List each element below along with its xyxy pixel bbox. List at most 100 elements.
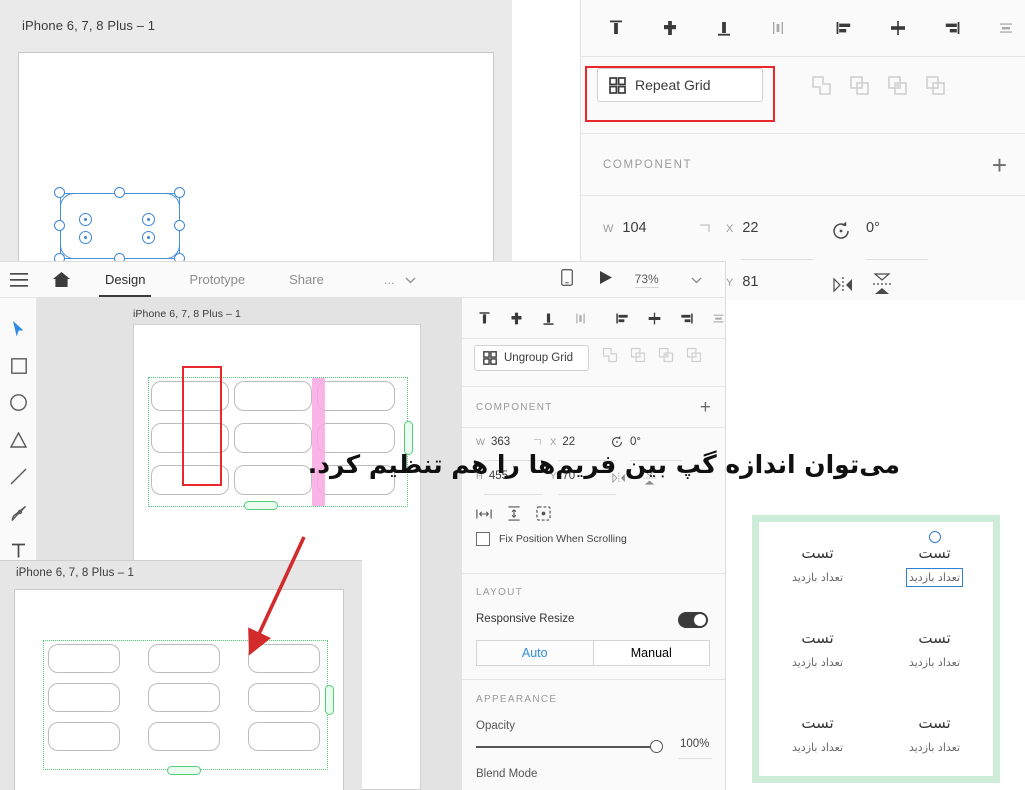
auto-button[interactable]: Auto <box>476 640 594 666</box>
fix-position-checkbox[interactable] <box>476 532 490 546</box>
exclude-overlap-icon[interactable] <box>686 347 702 368</box>
align-horizontal-center-icon[interactable] <box>638 303 670 333</box>
y-field[interactable]: Y 81 <box>726 274 758 290</box>
align-right-icon[interactable] <box>670 303 702 333</box>
artboard-label[interactable]: iPhone 6, 7, 8 Plus – 1 <box>16 567 134 579</box>
intersect-icon[interactable] <box>887 75 908 101</box>
align-bottom-icon[interactable] <box>532 303 564 333</box>
x-field[interactable]: X 22 <box>726 220 758 236</box>
ungroup-grid-button[interactable]: Ungroup Grid <box>474 345 589 371</box>
add-icon[interactable] <box>602 347 618 368</box>
grid-cell[interactable] <box>148 722 220 751</box>
padding-all-icon[interactable] <box>536 506 551 526</box>
align-left-icon[interactable] <box>606 303 638 333</box>
gap-highlight[interactable] <box>312 378 325 506</box>
grid-cell[interactable] <box>248 722 320 751</box>
mobile-device-icon[interactable] <box>560 268 573 291</box>
pen-tool-icon[interactable] <box>0 495 37 532</box>
gap-handle-horizontal[interactable] <box>167 766 201 775</box>
responsive-resize-toggle[interactable] <box>678 612 708 628</box>
preview-cell-selected[interactable]: تست تعداد بازدید <box>876 522 993 607</box>
grid-cell[interactable] <box>317 423 395 453</box>
distribute-vertical-icon[interactable] <box>702 303 734 333</box>
grid-cell[interactable] <box>148 644 220 673</box>
add-icon[interactable] <box>811 75 832 101</box>
canvas-artboard-label[interactable]: iPhone 6, 7, 8 Plus – 1 <box>133 308 241 320</box>
align-top-icon[interactable] <box>589 8 643 48</box>
align-top-icon[interactable] <box>468 303 500 333</box>
triangle-tool-icon[interactable] <box>0 421 37 458</box>
align-left-icon[interactable] <box>817 8 871 48</box>
grid-cell[interactable] <box>234 381 312 411</box>
width-field[interactable]: W 104 <box>603 220 647 236</box>
grid-cell[interactable] <box>148 683 220 712</box>
padding-vertical-icon[interactable] <box>507 506 521 526</box>
grid-cell[interactable] <box>248 644 320 673</box>
fix-position-row[interactable]: Fix Position When Scrolling <box>476 532 627 546</box>
line-tool-icon[interactable] <box>0 458 37 495</box>
grid-cell[interactable] <box>234 423 312 453</box>
gap-handle-horizontal[interactable] <box>244 501 278 510</box>
grid-cell[interactable] <box>48 683 120 712</box>
repeat-grid-handle-2[interactable] <box>79 231 92 244</box>
align-horizontal-center-icon[interactable] <box>871 8 925 48</box>
rectangle-tool-icon[interactable] <box>0 347 37 384</box>
repeat-grid-handle-4[interactable] <box>142 231 155 244</box>
selected-shape[interactable] <box>54 187 185 264</box>
artboard-canvas-wide[interactable] <box>14 589 344 790</box>
home-icon[interactable] <box>37 271 85 288</box>
flip-vertical-icon[interactable] <box>871 272 893 296</box>
align-bottom-icon[interactable] <box>697 8 751 48</box>
preview-cell[interactable]: تست تعداد بازدید <box>759 522 876 607</box>
resize-handle-tr[interactable] <box>174 187 185 198</box>
align-vertical-center-icon[interactable] <box>643 8 697 48</box>
flip-horizontal-icon[interactable] <box>833 276 855 294</box>
grid-cell[interactable] <box>48 644 120 673</box>
distribute-horizontal-icon[interactable] <box>751 8 805 48</box>
opacity-slider-knob[interactable] <box>650 740 663 753</box>
tab-design[interactable]: Design <box>98 272 152 297</box>
ellipse-tool-icon[interactable] <box>0 384 37 421</box>
distribute-vertical-icon[interactable] <box>979 8 1025 48</box>
artboard-label[interactable]: iPhone 6, 7, 8 Plus – 1 <box>22 18 155 33</box>
x-field[interactable]: X 22 <box>550 436 575 448</box>
preview-cell[interactable]: تست تعداد بازدید <box>876 607 993 692</box>
preview-cell[interactable]: تست تعداد بازدید <box>759 691 876 776</box>
intersect-icon[interactable] <box>658 347 674 368</box>
tab-prototype[interactable]: Prototype <box>185 272 249 287</box>
repeat-grid-handle-1[interactable] <box>79 213 92 226</box>
preview-cell-subtitle-selected[interactable]: تعداد بازدید <box>905 568 964 588</box>
play-icon[interactable] <box>599 270 613 290</box>
zoom-chevron-down-icon[interactable] <box>691 271 702 289</box>
preview-cell[interactable]: تست تعداد بازدید <box>759 607 876 692</box>
exclude-overlap-icon[interactable] <box>925 75 946 101</box>
distribute-horizontal-icon[interactable] <box>564 303 596 333</box>
resize-handle-mr[interactable] <box>174 220 185 231</box>
width-field[interactable]: W 363 <box>476 436 510 448</box>
resize-handle-ml[interactable] <box>54 220 65 231</box>
component-add-button[interactable]: + <box>700 398 711 417</box>
zoom-level[interactable]: 73% <box>634 272 659 288</box>
repeat-grid-handle-3[interactable] <box>142 213 155 226</box>
preview-cell[interactable]: تست تعداد بازدید <box>876 691 993 776</box>
chevron-down-icon[interactable] <box>405 271 416 289</box>
opacity-value[interactable]: 100% <box>680 738 709 750</box>
hamburger-menu-icon[interactable] <box>0 272 37 287</box>
grid-cell[interactable] <box>48 722 120 751</box>
artboard-canvas[interactable] <box>18 52 494 264</box>
selection-handle[interactable] <box>928 530 941 543</box>
align-right-icon[interactable] <box>925 8 979 48</box>
opacity-slider[interactable] <box>476 740 663 753</box>
resize-handle-tc[interactable] <box>114 187 125 198</box>
padding-horizontal-icon[interactable] <box>476 507 492 526</box>
lock-aspect-icon[interactable] <box>698 223 712 245</box>
rotate-icon[interactable] <box>610 435 624 449</box>
overflow-menu-label[interactable]: ... <box>384 272 395 287</box>
gap-handle-vertical[interactable] <box>325 685 334 715</box>
rotate-icon[interactable] <box>830 220 852 242</box>
grid-cell[interactable] <box>317 381 395 411</box>
tab-share[interactable]: Share <box>285 272 328 287</box>
subtract-icon[interactable] <box>630 347 646 368</box>
repeat-grid-button[interactable]: Repeat Grid <box>597 68 763 102</box>
grid-cell[interactable] <box>248 683 320 712</box>
